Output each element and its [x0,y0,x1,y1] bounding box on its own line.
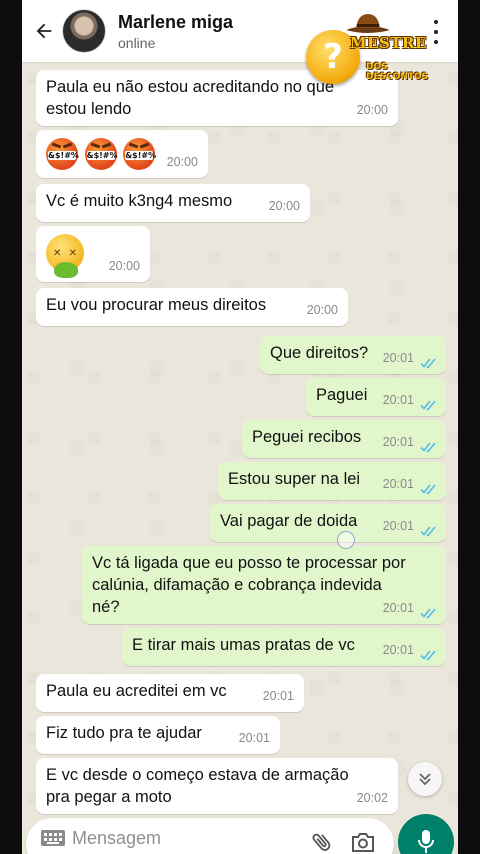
message-incoming-emoji[interactable]: &$!#% &$!#% &$!#% 20:00 [36,130,208,178]
chevron-double-down-icon [419,773,431,786]
message-time: 20:01 [382,477,414,491]
message-incoming[interactable]: Fiz tudo pra te ajudar 20:01 [36,716,280,754]
contact-avatar[interactable] [62,9,106,53]
message-time: 20:01 [238,731,270,745]
message-time: 20:01 [382,643,414,657]
left-frame [0,0,22,854]
message-outgoing[interactable]: Estou super na lei 20:01 [218,462,446,500]
message-incoming[interactable]: E vc desde o começo estava de armação pr… [36,758,398,814]
double-check-icon [420,400,436,411]
message-text: Vc é muito k3ng4 mesmo [46,192,233,210]
message-outgoing[interactable]: Peguei recibos 20:01 [242,420,446,458]
keyboard-icon[interactable] [40,829,66,847]
message-text: Paula eu acreditei em vc [46,682,227,700]
message-text: E vc desde o começo estava de armação pr… [46,766,349,806]
touch-indicator [337,531,355,549]
message-time: 20:00 [356,103,388,117]
watermark-subtitle: DOS DESCONTOS [366,62,429,82]
back-arrow-icon [36,23,52,39]
double-check-icon [420,650,436,661]
message-incoming-emoji[interactable]: ✕ ✕ 20:00 [36,226,150,282]
message-incoming[interactable]: Vc é muito k3ng4 mesmo 20:00 [36,184,310,222]
right-frame [458,0,480,854]
mic-icon [418,830,434,853]
hat-icon [346,14,390,33]
face-vomiting-icon: ✕ ✕ [46,234,84,278]
message-outgoing[interactable]: Que direitos? 20:01 [260,336,446,374]
message-outgoing[interactable]: Vai pagar de doida 20:01 [210,504,446,542]
paperclip-icon[interactable] [310,830,334,854]
double-check-icon [420,484,436,495]
watermark-title: MESTRE [350,34,427,52]
message-text: Paguei [316,386,368,404]
message-time: 20:01 [382,351,414,365]
message-time: 20:00 [306,303,338,317]
double-check-icon [420,526,436,537]
message-time: 20:00 [108,259,140,273]
message-input[interactable] [72,827,292,849]
back-button[interactable] [26,11,62,51]
message-text: Fiz tudo pra te ajudar [46,724,202,742]
message-incoming[interactable]: Eu vou procurar meus direitos 20:00 [36,288,348,326]
message-time: 20:01 [382,601,414,615]
message-outgoing[interactable]: Paguei 20:01 [306,378,446,416]
contact-status: online [118,34,156,51]
message-time: 20:00 [166,155,198,169]
message-composer [26,818,394,854]
message-outgoing[interactable]: Vc tá ligada que eu posso te processar p… [82,546,446,624]
face-with-symbols-icon: &$!#% [46,138,79,170]
camera-icon[interactable] [350,830,376,854]
face-with-symbols-icon: &$!#% [84,138,118,170]
message-text: Eu vou procurar meus direitos [46,296,267,314]
face-with-symbols-icon: &$!#% [123,138,156,170]
chat-screen: Marlene miga online ? MESTRE DOS DESCONT… [22,0,458,854]
watermark-logo: ? MESTRE DOS DESCONTOS [306,10,440,84]
double-check-icon [420,608,436,619]
message-time: 20:01 [262,689,294,703]
message-time: 20:02 [356,791,388,805]
contact-info[interactable]: Marlene miga online [118,12,233,51]
message-time: 20:01 [382,435,414,449]
message-time: 20:01 [382,393,414,407]
double-check-icon [420,442,436,453]
message-time: 20:01 [382,519,414,533]
contact-name: Marlene miga [118,11,234,32]
message-time: 20:00 [268,199,300,213]
double-check-icon [420,358,436,369]
message-incoming[interactable]: Paula eu acreditei em vc 20:01 [36,674,304,712]
scroll-to-bottom-button[interactable] [408,762,442,796]
message-outgoing[interactable]: E tirar mais umas pratas de vc 20:01 [122,628,446,666]
